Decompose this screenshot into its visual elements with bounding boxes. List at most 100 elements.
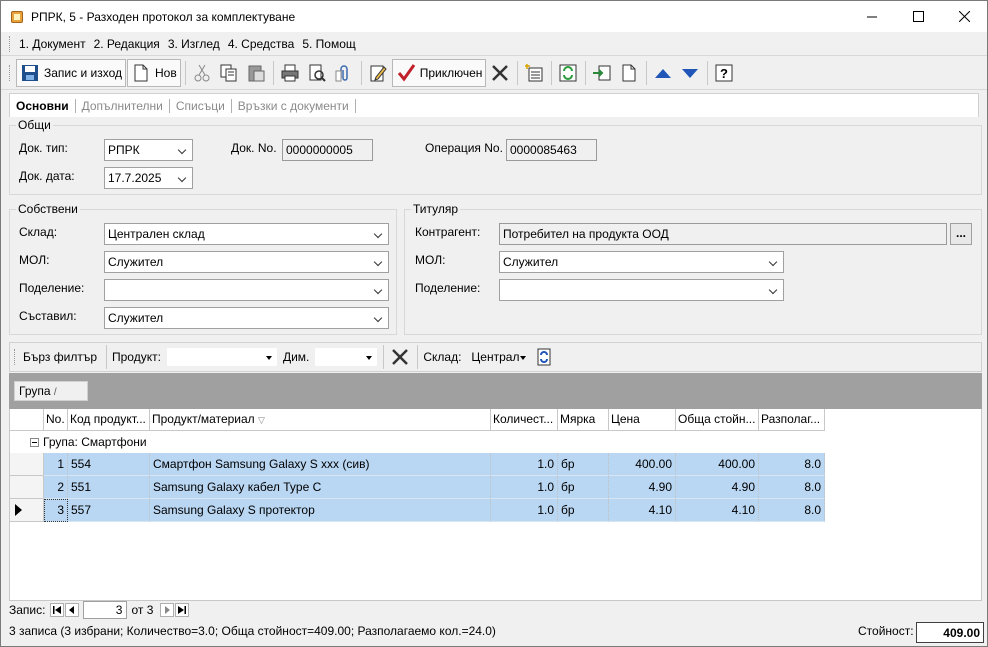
operation-no-field[interactable]: 0000085463 [506, 139, 597, 161]
attachment-icon [335, 64, 348, 81]
doc-type-select[interactable]: РПРК [104, 139, 193, 161]
partner-browse-button[interactable]: ... [950, 223, 972, 245]
holder-mol-select[interactable]: Служител [499, 251, 784, 273]
dim-filter-input[interactable] [315, 348, 378, 366]
tab-additional[interactable]: Допълнителни [76, 98, 170, 113]
move-down-button[interactable] [677, 59, 703, 87]
doc-date-picker[interactable]: 17.7.2025 [104, 167, 193, 189]
row-indicator-current[interactable] [10, 499, 44, 522]
table-row[interactable]: 1 554 Смартфон Samsung Galaxy S xxx (сив… [10, 453, 825, 476]
paste-button[interactable] [243, 59, 269, 87]
own-group-title: Собствени [16, 202, 80, 216]
header-price[interactable]: Цена [609, 409, 676, 431]
maximize-button[interactable] [895, 1, 941, 32]
holder-division-select[interactable] [499, 279, 784, 301]
attach-button[interactable] [331, 59, 357, 87]
group-by-panel: Група / [9, 373, 982, 409]
author-select[interactable]: Служител [104, 307, 389, 329]
current-record-input[interactable]: 3 [83, 601, 128, 619]
done-button[interactable]: Приключен [391, 58, 487, 87]
row-indicator[interactable] [10, 453, 44, 476]
edit-button[interactable] [365, 59, 391, 87]
product-filter-input[interactable] [166, 348, 277, 366]
new-button[interactable]: Нов [126, 58, 181, 87]
refresh-icon [537, 348, 551, 366]
header-quantity[interactable]: Количест... [491, 409, 558, 431]
warehouse-select[interactable]: Централен склад [104, 223, 389, 245]
filter-grip [14, 349, 17, 365]
close-button[interactable] [941, 1, 987, 32]
minimize-button[interactable] [849, 1, 895, 32]
filter-refresh-button[interactable] [531, 345, 557, 369]
minimize-icon [866, 16, 877, 18]
copy-button[interactable] [216, 59, 242, 87]
first-record-button[interactable] [50, 603, 65, 617]
menu-tools[interactable]: 4. Средства [225, 37, 298, 51]
menu-view[interactable]: 3. Изглед [165, 37, 223, 51]
tab-basic[interactable]: Основни [10, 98, 76, 113]
import-button[interactable] [589, 59, 615, 87]
own-mol-select[interactable]: Служител [104, 251, 389, 273]
header-code[interactable]: Код продукт... [68, 409, 150, 431]
cancel-button[interactable] [487, 59, 513, 87]
tab-lists[interactable]: Списъци [170, 98, 232, 113]
menu-document[interactable]: 1. Документ [16, 37, 89, 51]
blank-document-button[interactable] [616, 59, 642, 87]
chevron-down-icon [373, 284, 385, 296]
new-document-icon [134, 64, 148, 81]
chevron-down-icon [373, 228, 385, 240]
toolbar: Запис и изход Нов Приключен ? [1, 56, 987, 90]
header-available[interactable]: Разполаг... [759, 409, 825, 431]
header-product[interactable]: Продукт/материал ▽ [150, 409, 491, 431]
menu-help[interactable]: 5. Помощ [299, 37, 358, 51]
header-total[interactable]: Обща стойн... [676, 409, 759, 431]
print-preview-button[interactable] [304, 59, 330, 87]
group-by-chip[interactable]: Група / [14, 381, 88, 401]
holder-mol-value: Служител [503, 255, 559, 269]
refresh-button[interactable] [555, 59, 581, 87]
cut-button[interactable] [189, 59, 215, 87]
title-bar: РПРК, 5 - Разходен протокол за комплекту… [1, 1, 987, 32]
help-button[interactable]: ? [711, 59, 737, 87]
own-division-select[interactable] [104, 279, 389, 301]
quick-filter-button[interactable]: Бърз филтър [23, 350, 97, 364]
menu-edit[interactable]: 2. Редакция [91, 37, 163, 51]
table-row[interactable]: 2 551 Samsung Galaxy кабел Type C 1.0 бр… [10, 476, 825, 499]
scissors-icon [194, 64, 210, 81]
list-button[interactable] [521, 59, 547, 87]
move-up-button[interactable] [650, 59, 676, 87]
partner-field[interactable]: Потребител на продукта ООД [499, 223, 947, 245]
copy-icon [220, 64, 237, 81]
arrow-down-icon [682, 68, 699, 78]
filter-warehouse-select[interactable]: Централ [467, 348, 531, 366]
tab-document-links[interactable]: Връзки с документи [232, 98, 356, 113]
header-no[interactable]: No. [44, 409, 68, 431]
next-record-button[interactable] [160, 603, 175, 617]
print-button[interactable] [277, 59, 303, 87]
holder-group-title: Титуляр [411, 202, 461, 216]
status-summary: 3 записа (3 избрани; Количество=3.0; Общ… [9, 624, 496, 638]
cell-price: 4.90 [609, 476, 676, 499]
collapse-icon[interactable] [30, 437, 39, 447]
cell-no: 3 [44, 499, 68, 522]
cell-unit: бр [558, 476, 609, 499]
save-exit-button[interactable]: Запис и изход [16, 58, 126, 87]
prev-record-button[interactable] [65, 603, 80, 617]
doc-no-field[interactable]: 0000000005 [282, 139, 373, 161]
svg-text:?: ? [720, 66, 728, 81]
clear-filter-button[interactable] [387, 345, 413, 369]
clear-filter-icon [392, 349, 409, 365]
doc-no-value: 0000000005 [286, 143, 353, 157]
group-row-smartphones[interactable]: Група: Смартфони [10, 431, 147, 453]
header-unit[interactable]: Мярка [558, 409, 609, 431]
menu-grip [9, 35, 12, 52]
table-row[interactable]: 3 557 Samsung Galaxy S протектор 1.0 бр … [10, 499, 825, 522]
import-icon [593, 65, 611, 80]
last-record-button[interactable] [175, 603, 190, 617]
sort-desc-icon: ▽ [258, 415, 265, 425]
row-indicator[interactable] [10, 476, 44, 499]
group-by-chip-label: Група [19, 384, 51, 398]
own-mol-label: МОЛ: [19, 253, 50, 267]
chevron-down-icon [518, 352, 528, 362]
chevron-down-icon [373, 312, 385, 324]
